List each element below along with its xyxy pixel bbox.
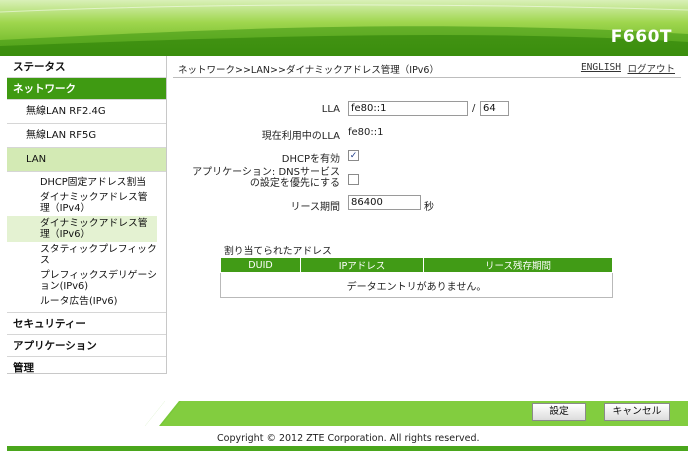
lan-submenu: DHCP固定アドレス割当 ダイナミックアドレス管理（IPv4） ダイナミックアド… [7,172,166,313]
logout-link[interactable]: ログアウト [627,61,675,75]
bottom-divider [7,446,688,451]
sidebar-item-application[interactable]: アプリケーション [7,335,166,357]
sidebar-item-security[interactable]: セキュリティー [7,313,166,335]
column-header-lease-remaining: リース残存期間 [423,257,613,273]
dhcp-enable-label: DHCPを有効 [281,154,340,165]
save-button[interactable]: 設定 [532,403,586,421]
lease-time-unit: 秒 [424,202,434,213]
column-header-duid: DUID [220,257,301,273]
sidebar-item-admin[interactable]: 管理 [7,357,166,379]
assigned-addresses-title: 割り当てられたアドレス [224,246,332,257]
header-banner: F660T [0,0,688,56]
sidebar-item-wlan-24g[interactable]: 無線LAN RF2.4G [7,100,166,124]
sidebar-item-status[interactable]: ステータス [7,56,166,78]
dhcp-enable-checkbox[interactable]: ✓ [348,150,359,161]
sidebar-item-router-advert[interactable]: ルータ広告(IPv6) [7,294,166,309]
sidebar-nav: ステータス ネットワーク 無線LAN RF2.4G 無線LAN RF5G LAN… [7,56,167,374]
assigned-addresses-table: DUID IPアドレス リース残存期間 データエントリがありません。 [220,257,613,298]
table-row: データエントリがありません。 [220,272,613,298]
lla-separator: / [472,103,476,114]
sidebar-item-static-prefix[interactable]: スタティックプレフィックス [7,242,166,268]
sidebar-item-dhcp-binding[interactable]: DHCP固定アドレス割当 [7,175,166,190]
lla-label: LLA [321,104,340,115]
lla-prefix-input[interactable] [480,101,509,116]
table-header-row: DUID IPアドレス リース残存期間 [220,257,613,273]
current-lla-label: 現在利用中のLLA [261,131,340,142]
content-topbar: ネットワーク>>LAN>>ダイナミックアドレス管理（IPv6） ENGLISH … [173,58,681,78]
sidebar-item-prefix-delegation[interactable]: プレフィックスデリゲーション(IPv6) [7,268,157,294]
dns-priority-checkbox[interactable] [348,174,359,185]
dns-priority-label: アプリケーション: DNSサービス の設定を優先にする [180,167,340,189]
column-header-ip: IPアドレス [300,257,424,273]
header-swoosh-graphic [0,4,688,56]
model-name: F660T [610,27,672,47]
dns-priority-label-line1: アプリケーション: DNSサービス [192,167,340,178]
lease-time-input[interactable] [348,195,421,210]
table-empty-message: データエントリがありません。 [220,272,613,298]
sidebar-item-lan[interactable]: LAN [7,148,166,172]
sidebar-item-wlan-5g[interactable]: 無線LAN RF5G [7,124,166,148]
cancel-button[interactable]: キャンセル [604,403,670,421]
sidebar-item-dhcp-ipv4[interactable]: ダイナミックアドレス管理（IPv4） [7,190,157,216]
copyright-text: Copyright © 2012 ZTE Corporation. All ri… [217,433,480,444]
sidebar-item-dhcp-ipv6[interactable]: ダイナミックアドレス管理（IPv6） [7,216,157,242]
lla-input[interactable] [348,101,468,116]
current-lla-value: fe80::1 [348,127,384,138]
dns-priority-label-line2: の設定を優先にする [249,178,340,189]
breadcrumb: ネットワーク>>LAN>>ダイナミックアドレス管理（IPv6） [178,65,439,76]
sidebar-item-network[interactable]: ネットワーク [7,78,166,100]
english-link[interactable]: ENGLISH [581,62,621,73]
lease-time-label: リース期間 [290,202,341,213]
